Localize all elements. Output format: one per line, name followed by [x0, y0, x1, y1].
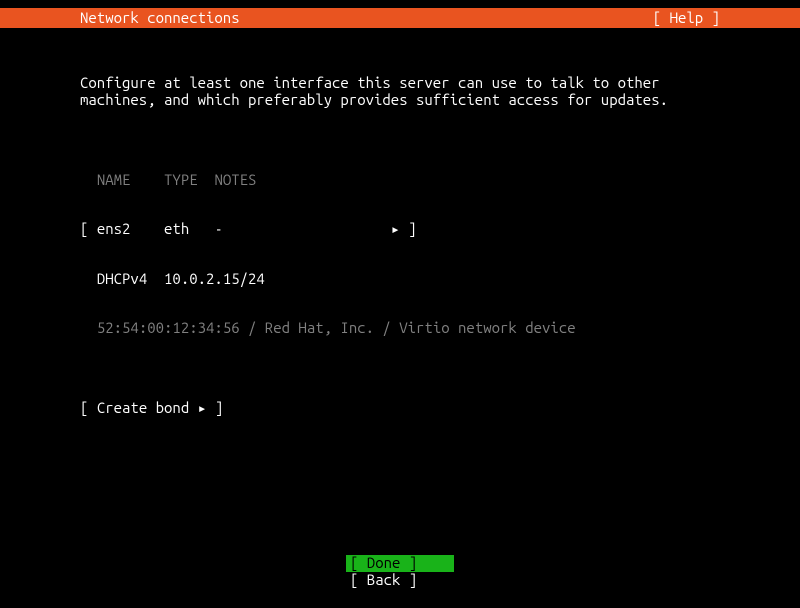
create-bond-button[interactable]: [ Create bond ▸ ] — [80, 400, 720, 417]
main-content: Configure at least one interface this se… — [0, 28, 800, 433]
description-text: Configure at least one interface this se… — [80, 75, 720, 108]
dhcp-label: DHCPv4 — [97, 270, 147, 287]
header-bar: Network connections [ Help ] — [0, 8, 800, 28]
col-name: NAME — [97, 171, 131, 188]
chevron-right-icon: ▸ — [391, 220, 400, 237]
create-bond-label: Create bond — [97, 399, 189, 416]
table-header: NAME TYPE NOTES — [80, 172, 720, 189]
help-button[interactable]: [ Help ] — [653, 10, 720, 27]
dhcp-row: DHCPv4 10.0.2.15/24 — [80, 271, 720, 288]
done-button[interactable]: [ Done ] — [346, 555, 454, 572]
iface-type: eth — [164, 220, 189, 237]
iface-notes: - — [214, 220, 222, 237]
iface-name: ens2 — [97, 220, 131, 237]
hardware-info: 52:54:00:12:34:56 / Red Hat, Inc. / Virt… — [80, 320, 720, 337]
page-title: Network connections — [80, 10, 240, 27]
col-notes: NOTES — [214, 171, 256, 188]
col-type: TYPE — [164, 171, 198, 188]
interface-row[interactable]: [ ens2 eth - ▸ ] — [80, 221, 720, 238]
chevron-right-icon: ▸ — [198, 399, 207, 416]
footer-buttons: [ Done ] [ Back ] — [0, 555, 800, 588]
dhcp-address: 10.0.2.15/24 — [164, 270, 265, 287]
back-button[interactable]: [ Back ] — [346, 572, 454, 589]
